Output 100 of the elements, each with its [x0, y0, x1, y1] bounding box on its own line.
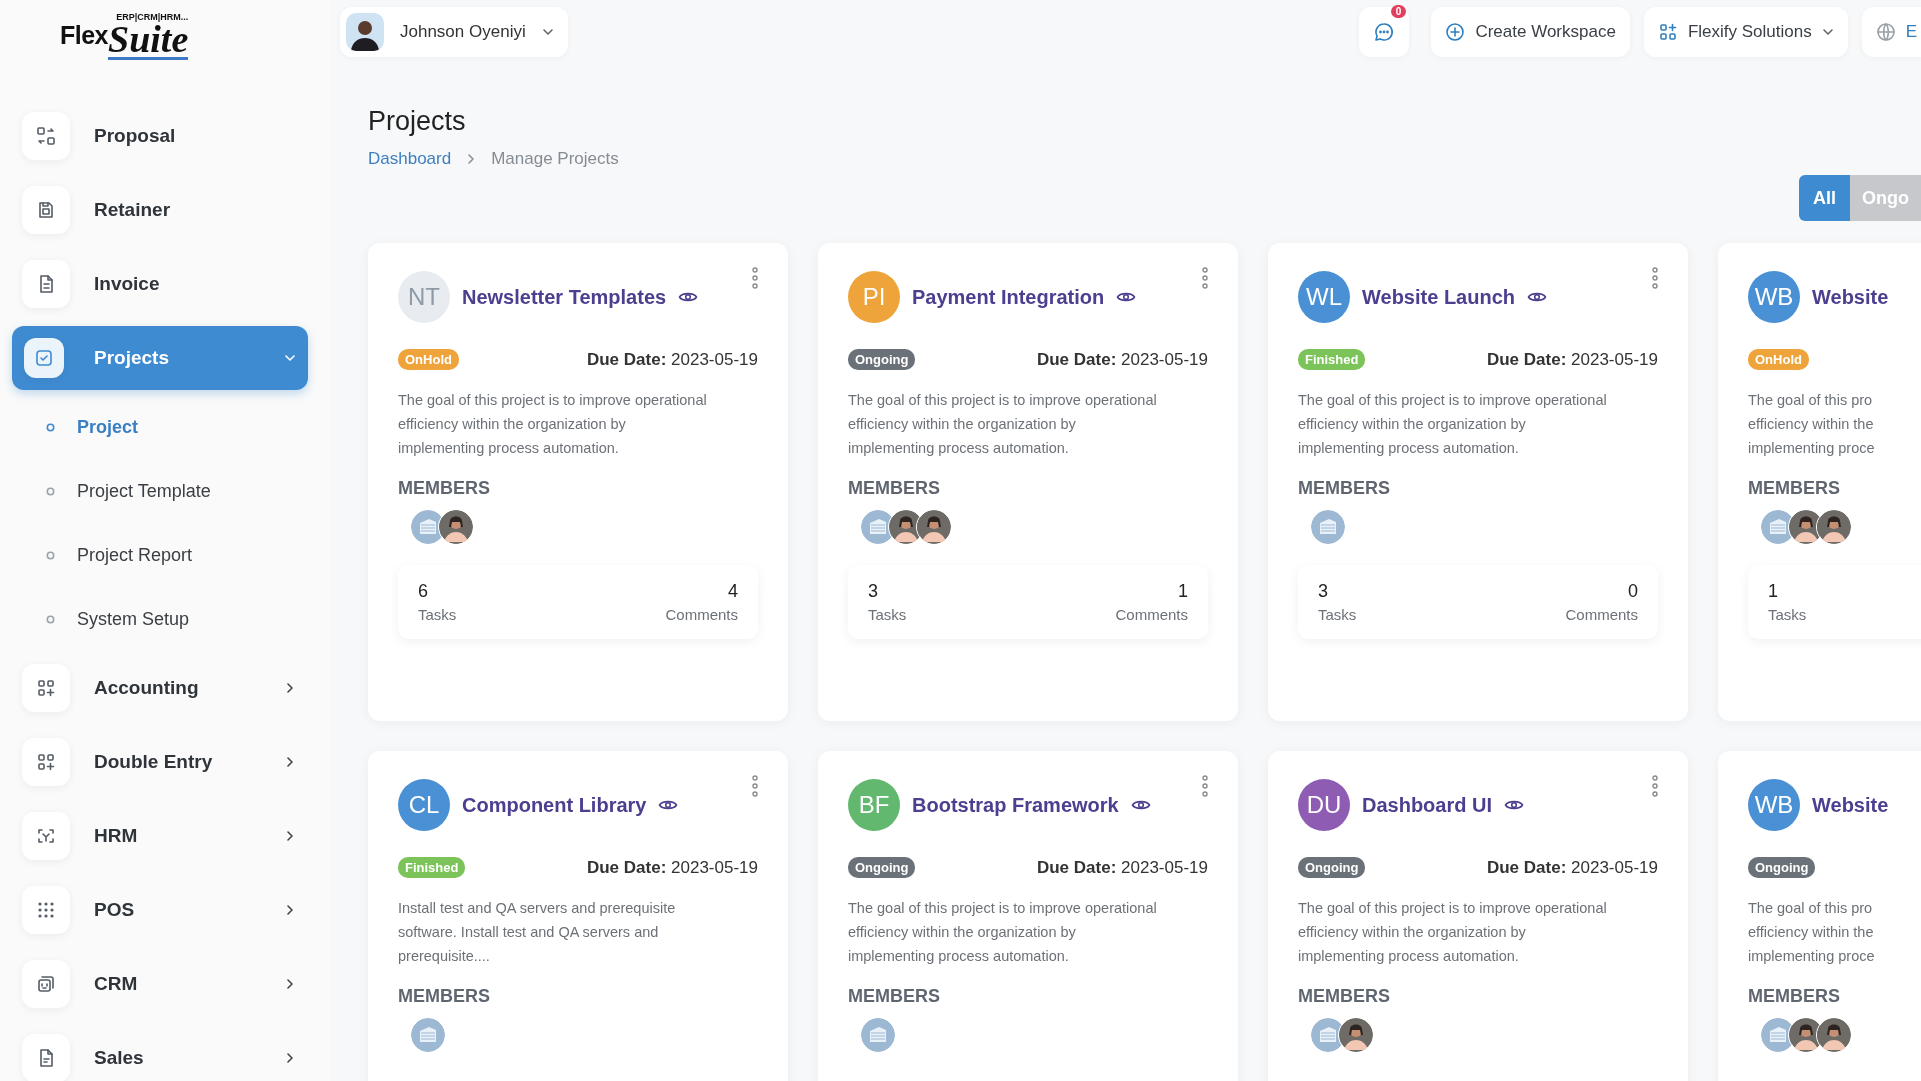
- create-workspace-button[interactable]: Create Workspace: [1431, 7, 1630, 57]
- project-avatar: WB: [1748, 271, 1800, 323]
- avatar: [438, 509, 474, 545]
- avatar: [410, 1017, 446, 1053]
- status-badge: Ongoing: [1748, 857, 1816, 878]
- avatar: [1816, 1017, 1852, 1053]
- bullet-icon: [46, 486, 55, 496]
- status-badge: OnHold: [398, 349, 459, 370]
- plus-circle-icon: [1445, 22, 1466, 42]
- logo-script-text: Suite: [108, 21, 189, 56]
- avatar: [346, 13, 384, 51]
- kebab-menu-icon[interactable]: [1202, 267, 1208, 289]
- eye-icon[interactable]: [1116, 290, 1137, 304]
- kebab-menu-icon[interactable]: [1652, 775, 1658, 797]
- user-name: Johnson Oyeniyi: [400, 22, 526, 42]
- save-icon: [36, 200, 56, 220]
- sidebar-item[interactable]: Sales: [20, 1026, 308, 1081]
- project-title-link[interactable]: Payment Integration: [912, 285, 1105, 309]
- focus-icon: [36, 826, 56, 846]
- eye-icon[interactable]: [1527, 290, 1547, 304]
- project-title-link[interactable]: Website: [1812, 793, 1889, 817]
- task-count: 3: [1318, 581, 1329, 602]
- eye-icon[interactable]: [1504, 798, 1525, 812]
- task-label: Tasks: [868, 606, 907, 623]
- project-avatar: PI: [848, 271, 900, 323]
- sidebar-item[interactable]: Projects: [12, 326, 308, 390]
- project-avatar: WB: [1748, 779, 1800, 831]
- sidebar-item[interactable]: CRM: [20, 952, 308, 1016]
- logo-text: Flex: [60, 23, 109, 48]
- status-badge: Finished: [398, 857, 466, 878]
- chevron-icon: [284, 978, 296, 990]
- comment-label: Comments: [665, 606, 738, 623]
- eye-icon[interactable]: [1130, 798, 1151, 812]
- project-title-link[interactable]: Website: [1812, 285, 1889, 309]
- status-badge: Ongoing: [1298, 857, 1366, 878]
- sidebar-item[interactable]: Accounting: [20, 656, 308, 720]
- messages-button[interactable]: 0: [1359, 7, 1410, 57]
- kebab-menu-icon[interactable]: [752, 267, 758, 289]
- project-title-link[interactable]: Bootstrap Framework: [912, 793, 1119, 817]
- filter-tab[interactable]: All: [1799, 175, 1850, 221]
- sidebar-item[interactable]: Retainer: [20, 178, 308, 242]
- status-badge: OnHold: [1748, 349, 1809, 370]
- kebab-menu-icon[interactable]: [1202, 775, 1208, 797]
- status-badge: Finished: [1298, 349, 1366, 370]
- submenu-item[interactable]: Project Report: [46, 528, 330, 582]
- task-label: Tasks: [418, 606, 457, 623]
- comment-count: 0: [1628, 581, 1638, 602]
- due-date: Due Date: 2023-05-19: [1036, 349, 1208, 370]
- globe-icon: [1875, 22, 1896, 42]
- comment-count: 4: [728, 581, 738, 602]
- section-label: MEMBERS: [1298, 986, 1391, 1007]
- due-date: Due Date: 2023-05-19: [586, 857, 758, 878]
- task-label: Tasks: [1318, 606, 1357, 623]
- section-label: MEMBERS: [398, 478, 491, 499]
- sidebar-item[interactable]: Proposal: [20, 104, 308, 168]
- project-avatar: WL: [1298, 271, 1350, 323]
- comment-label: Comments: [1115, 606, 1188, 623]
- eye-icon[interactable]: [658, 798, 679, 812]
- language-button[interactable]: E: [1861, 7, 1921, 57]
- breadcrumb-link[interactable]: Dashboard: [368, 149, 452, 169]
- caret-icon: [1821, 26, 1834, 38]
- task-count: 1: [1768, 581, 1779, 602]
- project-description: The goal of this pro efficiency within the implementing proce: [1748, 899, 1876, 966]
- task-label: Tasks: [1768, 606, 1807, 623]
- project-title-link[interactable]: Component Library: [462, 793, 647, 817]
- grid-plus-icon: [1657, 22, 1678, 42]
- sidebar-item[interactable]: POS: [20, 878, 308, 942]
- caret-icon: [541, 26, 554, 38]
- avatar: [860, 1017, 896, 1053]
- submenu-item[interactable]: Project Template: [46, 464, 330, 518]
- chevron-icon: [284, 682, 296, 694]
- sidebar-item[interactable]: HRM: [20, 804, 308, 868]
- page-title: Projects: [368, 106, 467, 137]
- due-date: Due Date: 2023-05-19: [1036, 857, 1208, 878]
- company-dropdown[interactable]: Flexify Solutions: [1643, 7, 1848, 57]
- user-menu[interactable]: Johnson Oyeniyi: [340, 7, 568, 57]
- project-avatar: NT: [398, 271, 450, 323]
- project-title-link[interactable]: Website Launch: [1362, 285, 1515, 309]
- project-description: Install test and QA servers and prerequisite software. Install test and QA servers and prerequisite....: [398, 899, 677, 966]
- kebab-menu-icon[interactable]: [752, 775, 758, 797]
- sidebar-item[interactable]: Invoice: [20, 252, 308, 316]
- section-label: MEMBERS: [848, 986, 941, 1007]
- bullet-icon: [46, 614, 55, 624]
- avatar: [1338, 1017, 1374, 1053]
- section-label: MEMBERS: [398, 986, 491, 1007]
- kebab-menu-icon[interactable]: [1652, 267, 1658, 289]
- submenu-item[interactable]: System Setup: [46, 592, 330, 646]
- breadcrumb-current: Manage Projects: [491, 149, 619, 169]
- avatar: [1310, 509, 1346, 545]
- eye-icon[interactable]: [678, 290, 699, 304]
- grid-plus-icon: [36, 752, 56, 772]
- status-badge: Ongoing: [848, 349, 916, 370]
- project-title-link[interactable]: Dashboard UI: [1362, 793, 1493, 817]
- project-title-link[interactable]: Newsletter Templates: [462, 285, 667, 309]
- task-count: 6: [418, 581, 429, 602]
- sidebar-item[interactable]: Double Entry: [20, 730, 308, 794]
- submenu-item[interactable]: Project: [46, 400, 330, 454]
- avatar: [1816, 509, 1852, 545]
- project-avatar: CL: [398, 779, 450, 831]
- notification-badge: 0: [1390, 5, 1407, 18]
